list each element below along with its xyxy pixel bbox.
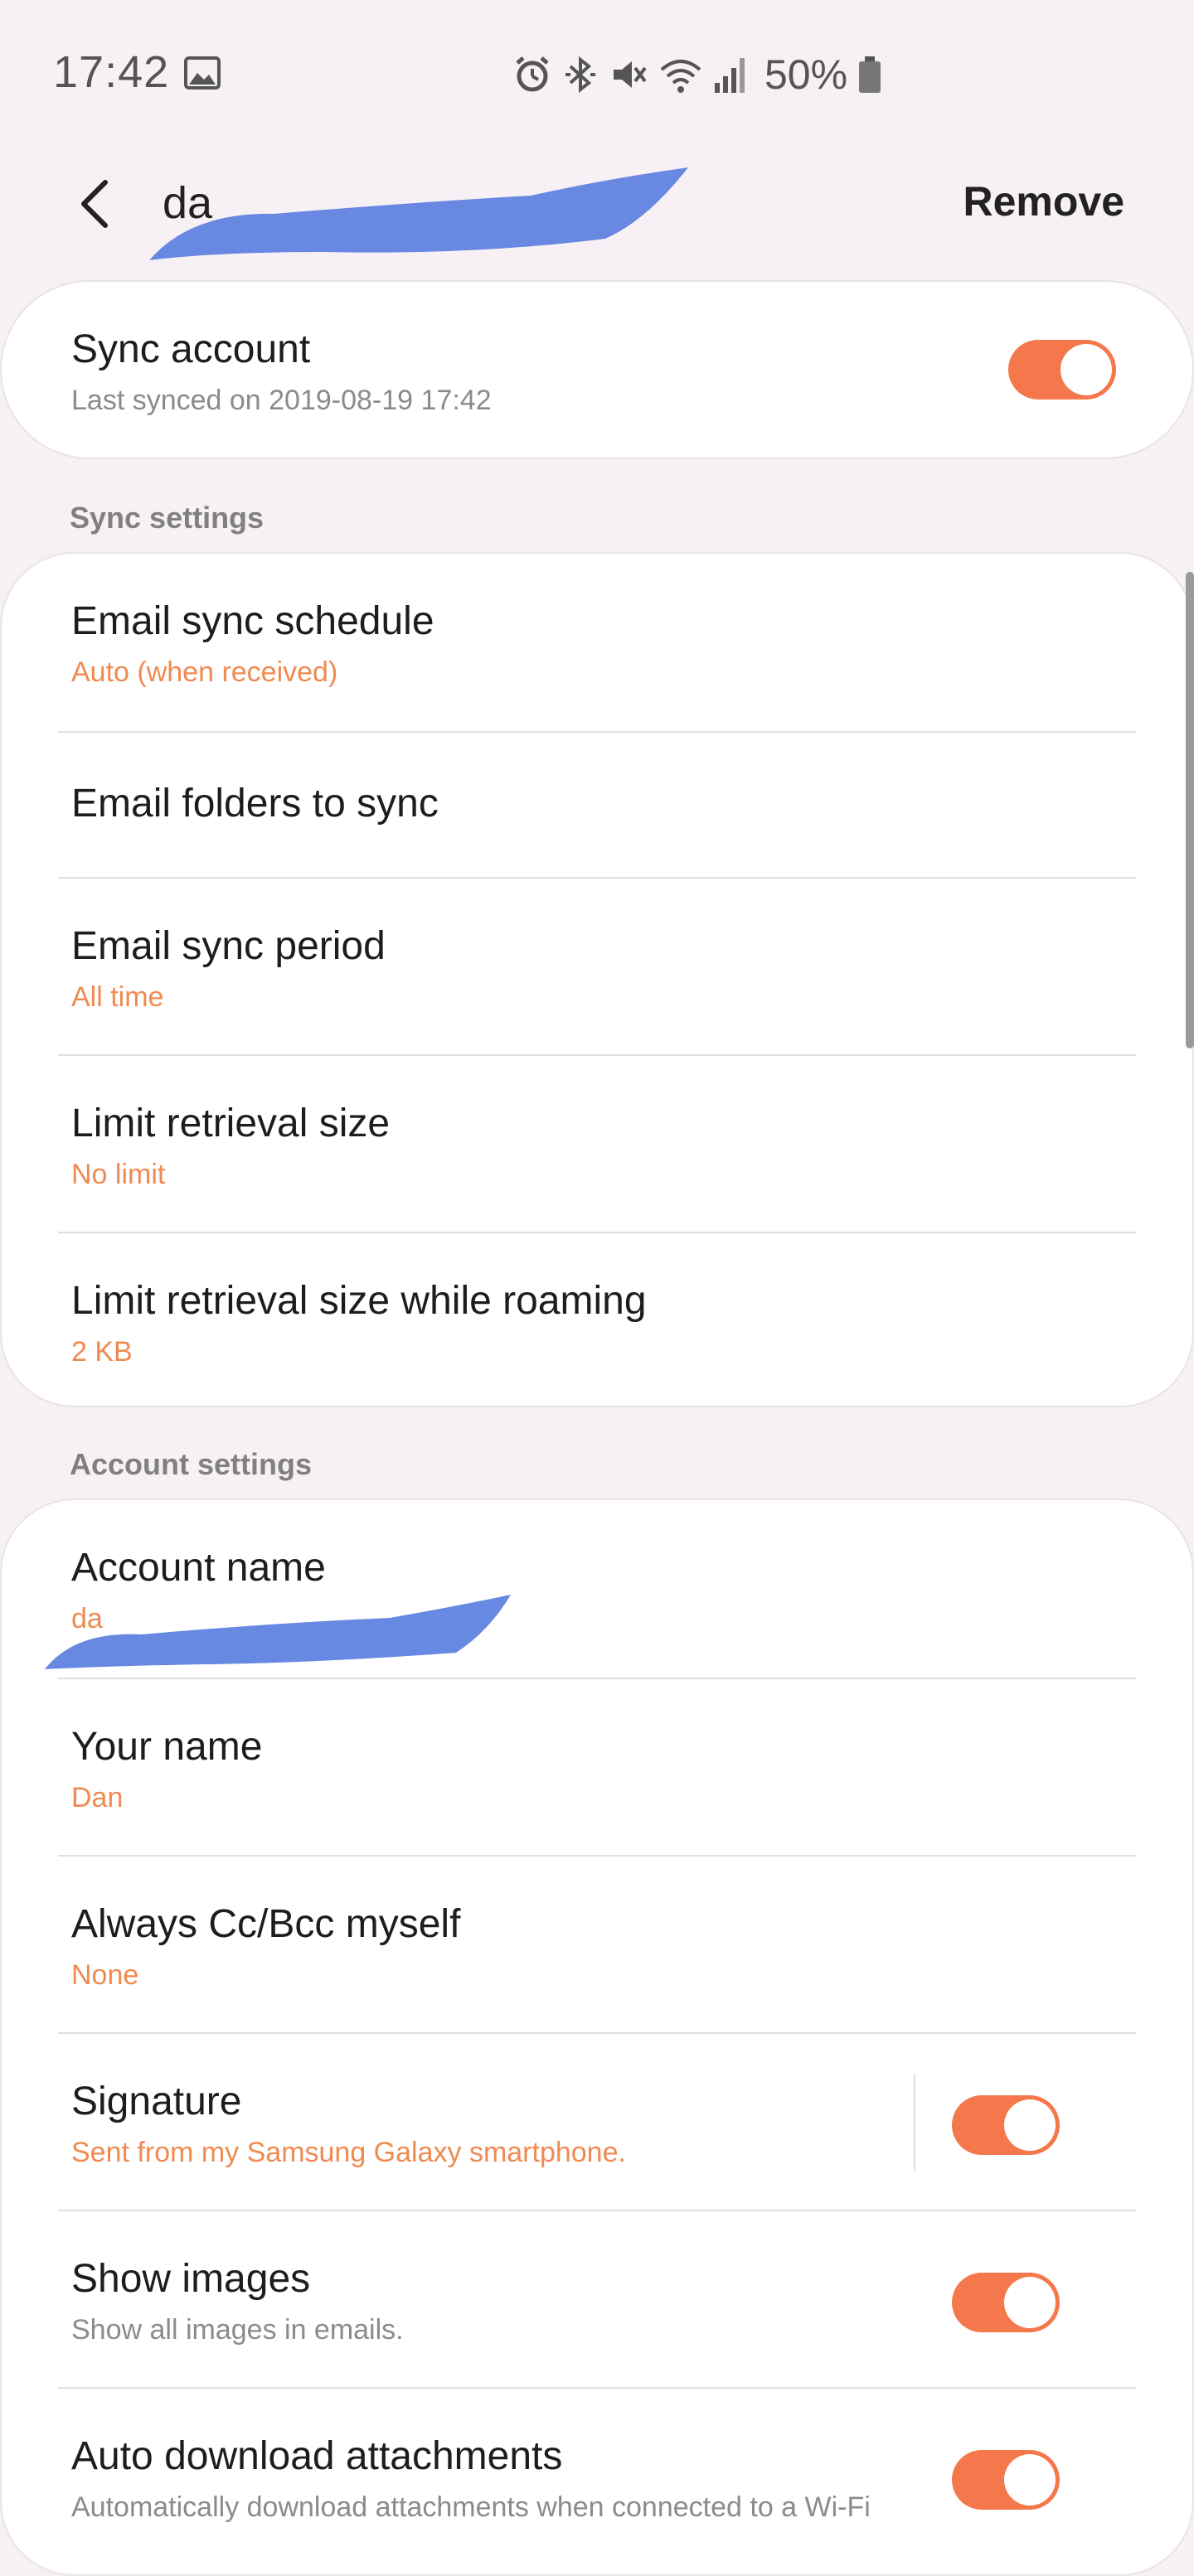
row-title: Signature xyxy=(71,2080,242,2123)
mute-icon xyxy=(614,61,647,88)
signature-toggle[interactable] xyxy=(952,2095,1060,2155)
auto-download-toggle[interactable] xyxy=(952,2450,1060,2510)
auto-download-attachments-row[interactable]: Auto download attachments Automatically … xyxy=(58,2387,1136,2564)
sync-settings-card: Email sync schedule Auto (when received)… xyxy=(0,552,1194,1407)
limit-retrieval-size-row[interactable]: Limit retrieval size No limit xyxy=(58,1054,1136,1232)
row-title: Your name xyxy=(71,1725,263,1769)
status-icons: 50% xyxy=(512,51,882,98)
sync-account-title: Sync account xyxy=(71,327,311,371)
row-value: All time xyxy=(71,981,164,1013)
toggle-divider xyxy=(914,2074,915,2172)
row-value: Automatically download attachments when … xyxy=(71,2491,871,2523)
signal-icon xyxy=(715,58,745,93)
row-value: Sent from my Samsung Galaxy smartphone. xyxy=(71,2137,626,2168)
toggle-knob xyxy=(1004,2277,1056,2328)
sync-account-toggle[interactable] xyxy=(1008,340,1116,399)
top-app-bar: da Remove xyxy=(0,146,1194,262)
status-bar: 17:42 50% xyxy=(0,0,1194,146)
row-title: Limit retrieval size while roaming xyxy=(71,1279,647,1323)
row-title: Limit retrieval size xyxy=(71,1102,391,1145)
sync-account-card: Sync account Last synced on 2019-08-19 1… xyxy=(0,280,1194,459)
row-title: Always Cc/Bcc myself xyxy=(71,1902,461,1946)
signature-row[interactable]: Signature Sent from my Samsung Galaxy sm… xyxy=(58,2032,1136,2210)
toggle-knob xyxy=(1004,2454,1056,2506)
wifi-icon xyxy=(660,60,701,93)
your-name-row[interactable]: Your name Dan xyxy=(58,1678,1136,1855)
scrollbar[interactable] xyxy=(1186,572,1194,1048)
redaction-scribble xyxy=(45,1595,511,1669)
row-title: Email sync schedule xyxy=(71,599,434,643)
battery-percentage: 50% xyxy=(764,51,848,98)
row-value: Auto (when received) xyxy=(71,656,338,688)
gallery-icon xyxy=(184,56,221,90)
row-value: Dan xyxy=(71,1782,124,1813)
row-title: Email sync period xyxy=(71,924,386,968)
bluetooth-icon xyxy=(565,56,595,94)
row-title: Email folders to sync xyxy=(71,782,439,826)
account-settings-header: Account settings xyxy=(70,1447,313,1481)
show-images-toggle[interactable] xyxy=(952,2273,1060,2332)
status-time: 17:42 xyxy=(53,47,170,97)
battery-icon xyxy=(859,56,881,93)
row-title: Auto download attachments xyxy=(71,2434,563,2478)
toggle-knob xyxy=(1061,344,1112,395)
remove-account-button[interactable]: Remove xyxy=(963,177,1124,225)
alarm-icon xyxy=(516,56,549,92)
toggle-knob xyxy=(1004,2099,1056,2151)
always-cc-bcc-row[interactable]: Always Cc/Bcc myself None xyxy=(58,1855,1136,2032)
email-sync-period-row[interactable]: Email sync period All time xyxy=(58,877,1136,1054)
redaction-scribble xyxy=(149,167,688,260)
limit-retrieval-size-roaming-row[interactable]: Limit retrieval size while roaming 2 KB xyxy=(58,1232,1136,1406)
row-title: Account name xyxy=(71,1546,326,1590)
email-folders-to-sync-row[interactable]: Email folders to sync xyxy=(58,731,1136,877)
back-button[interactable] xyxy=(60,169,129,239)
row-value: 2 KB xyxy=(71,1336,133,1368)
back-arrow-icon xyxy=(81,180,108,228)
show-images-row[interactable]: Show images Show all images in emails. xyxy=(58,2210,1136,2387)
row-value: Show all images in emails. xyxy=(71,2314,404,2346)
row-value: None xyxy=(71,1959,139,1991)
sync-settings-header: Sync settings xyxy=(70,501,265,535)
row-title: Show images xyxy=(71,2257,311,2301)
sync-account-subtitle: Last synced on 2019-08-19 17:42 xyxy=(71,385,492,416)
row-value: No limit xyxy=(71,1159,166,1190)
email-sync-schedule-row[interactable]: Email sync schedule Auto (when received) xyxy=(2,554,1192,731)
sync-account-row[interactable]: Sync account Last synced on 2019-08-19 1… xyxy=(2,282,1192,458)
